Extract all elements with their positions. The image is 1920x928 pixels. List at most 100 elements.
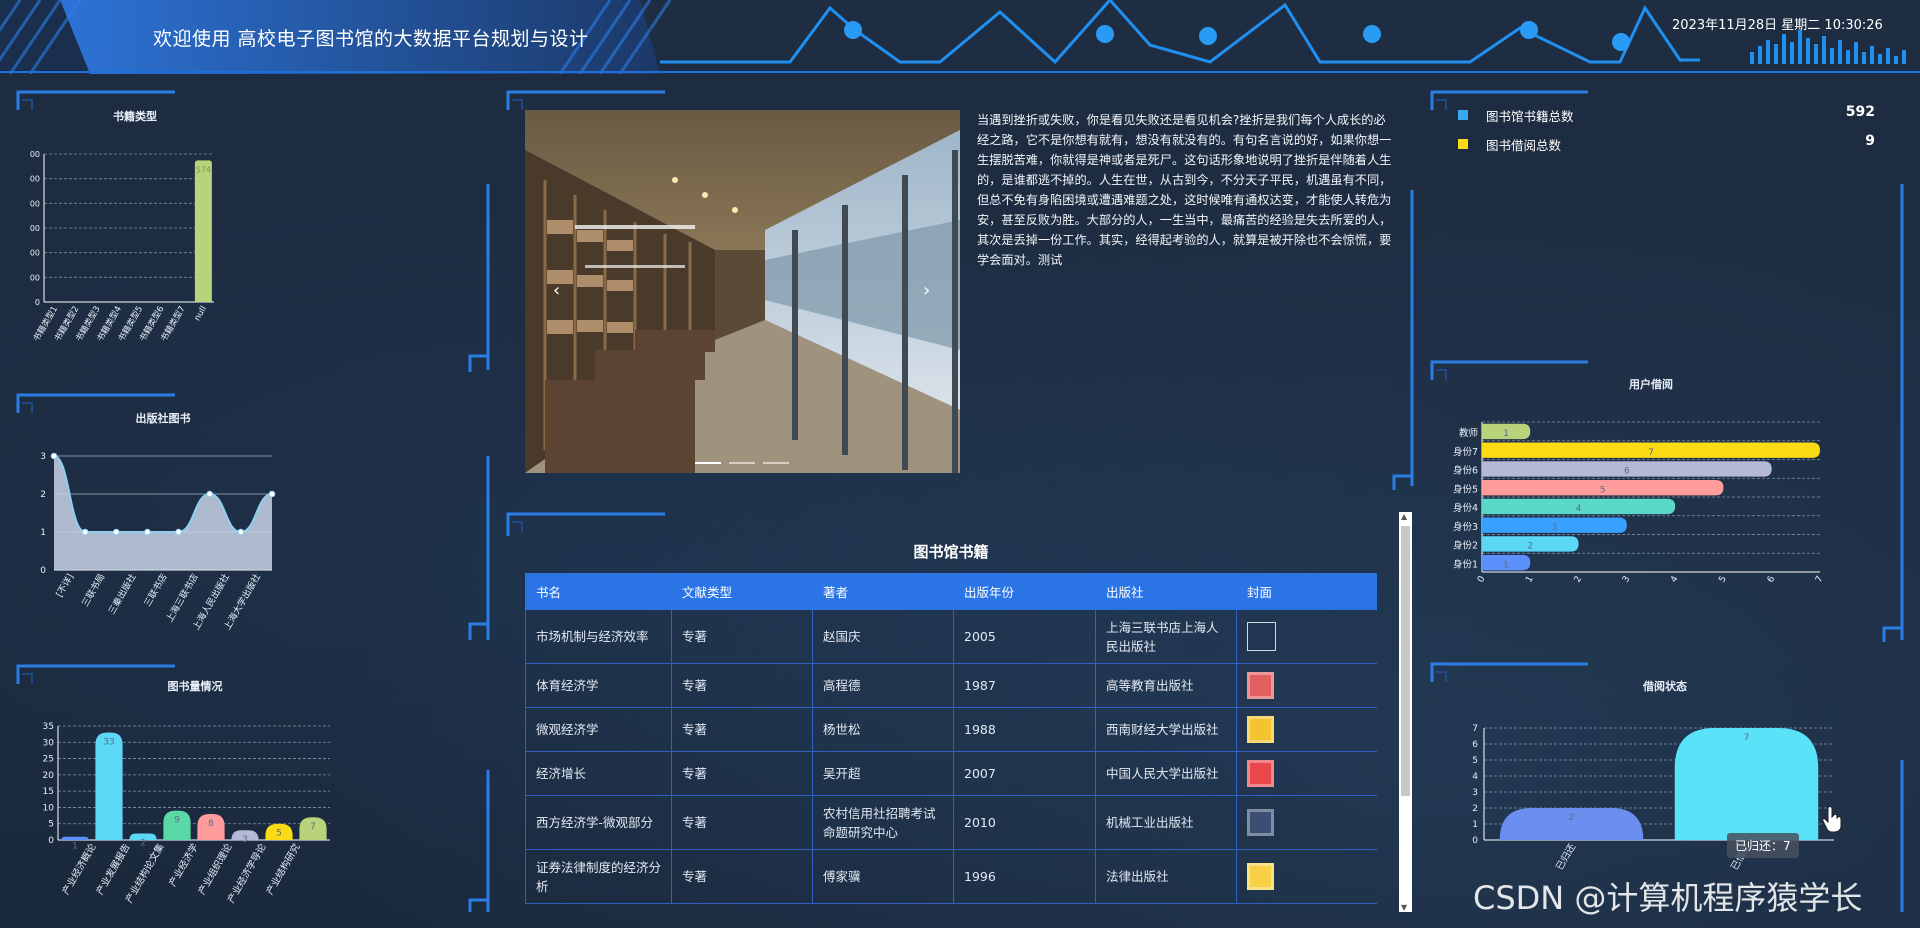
carousel-next-icon: ›	[923, 280, 930, 301]
x-tick-label: 上海三联书店	[163, 572, 200, 625]
col-header-year[interactable]: 出版年份	[953, 573, 1096, 610]
carousel-indicator-1[interactable]	[695, 462, 721, 464]
book-cover-image[interactable]	[1247, 760, 1274, 787]
intro-text: 当遇到挫折或失败，你是看见失败还是看见机会?挫折是我们每个人成长的必经之路，它不…	[977, 113, 1392, 267]
table-container[interactable]: 书名 文献类型 著者 出版年份 出版社 封面 市场机制与经济效率 专著 赵国庆 200…	[525, 573, 1377, 913]
table-cell-publisher: 中国人民大学出版社	[1095, 751, 1237, 796]
col-header-type[interactable]: 文献类型	[671, 573, 813, 610]
carousel-indicator-2[interactable]	[729, 462, 755, 464]
borrow-status-title: 借阅状态	[1643, 680, 1687, 693]
area-fill	[54, 456, 272, 570]
data-label: 6	[1624, 467, 1630, 477]
x-tick-label: 2	[1573, 575, 1585, 585]
user-borrow-title: 用户借阅	[1629, 378, 1673, 391]
data-point	[268, 490, 276, 498]
y-tick-label: 35	[43, 722, 54, 732]
x-tick-label: 0	[1476, 574, 1488, 584]
data-label: 7	[1648, 448, 1654, 458]
y-tick-label: 6	[1472, 740, 1478, 750]
book-cover-image[interactable]	[1247, 863, 1274, 890]
x-tick-label: 三联书局	[80, 572, 108, 609]
x-tick-label: 产业发展报告	[94, 842, 133, 897]
y-tick-label: 3	[1472, 788, 1478, 798]
table-cell-author: 吴开超	[812, 751, 954, 796]
y-tick-label: 身份1	[1453, 558, 1478, 570]
y-tick-label: 25	[43, 755, 54, 765]
book-type-title: 书籍类型	[113, 110, 157, 123]
y-tick-label: 00	[30, 199, 40, 208]
stat-total-borrow-value: 9	[1865, 133, 1875, 149]
table-cell-year: 2005	[953, 609, 1096, 664]
table-scrollbar[interactable]: ▲ ▼	[1399, 512, 1412, 912]
bar	[61, 836, 89, 840]
x-tick-label: 5	[1717, 575, 1729, 585]
x-tick-label: null	[193, 305, 209, 323]
col-header-cover[interactable]: 封面	[1236, 573, 1377, 610]
scroll-down-icon[interactable]: ▼	[1401, 903, 1407, 912]
col-header-publisher[interactable]: 出版社	[1095, 573, 1237, 610]
col-header-name[interactable]: 书名	[525, 573, 672, 610]
table-row[interactable]: 体育经济学 专著 高程德 1987 高等教育出版社	[525, 663, 1377, 708]
data-label: 1	[72, 842, 78, 852]
table-cell-publisher: 法律出版社	[1095, 849, 1237, 904]
data-label: 5	[276, 829, 282, 839]
y-tick-label: 5	[1472, 756, 1478, 766]
y-tick-label: 身份6	[1453, 465, 1478, 477]
x-tick-label: 产业结构研究	[264, 841, 303, 897]
table-row[interactable]: 证券法律制度的经济分析 专著 傅家骥 1996 法律出版社	[525, 849, 1377, 904]
data-label: 574	[196, 165, 211, 174]
carousel-indicator-3[interactable]	[763, 462, 789, 464]
x-tick-label: 4	[1669, 574, 1681, 584]
x-tick-label: 已归还	[1553, 841, 1578, 872]
data-label: 1	[1503, 429, 1509, 439]
table-cell-year: 2007	[953, 751, 1096, 796]
y-tick-label: 身份7	[1453, 446, 1478, 458]
col-header-author[interactable]: 著者	[812, 573, 954, 610]
x-tick-label: 产业经济概论	[60, 841, 99, 897]
x-tick-label: [不详]	[53, 572, 76, 600]
y-tick-label: 0	[35, 298, 40, 307]
x-tick-label: 三联书店	[141, 572, 169, 609]
image-carousel[interactable]: ‹ ›	[525, 110, 960, 473]
table-row[interactable]: 微观经济学 专著 杨世松 1988 西南财经大学出版社	[525, 707, 1377, 752]
y-tick-label: 0	[48, 836, 54, 846]
book-cover-image[interactable]	[1247, 716, 1274, 743]
x-tick-label: 产业经济学	[166, 842, 200, 889]
y-tick-label: 15	[43, 787, 54, 797]
y-tick-label: 2	[40, 490, 46, 500]
x-tick-label: 产业组织理论	[196, 841, 235, 897]
data-point	[112, 528, 120, 536]
y-tick-label: 0	[40, 566, 46, 576]
y-tick-label: 00	[30, 273, 40, 282]
stat-total-borrow-label: 图书借阅总数	[1486, 138, 1562, 153]
book-cover-image[interactable]	[1247, 672, 1274, 699]
table-row[interactable]: 经济增长 专著 吴开超 2007 中国人民大学出版社	[525, 751, 1377, 796]
scroll-up-icon[interactable]: ▲	[1401, 512, 1407, 521]
data-label: 3	[242, 835, 248, 845]
y-tick-label: 身份2	[1453, 540, 1478, 552]
csdn-watermark: CSDN @计算机程序猿学长	[1473, 879, 1863, 917]
data-point	[237, 528, 245, 536]
table-cell-year: 1996	[953, 849, 1096, 904]
data-label: 7	[310, 822, 316, 832]
table-cell-publisher: 西南财经大学出版社	[1095, 707, 1237, 752]
y-tick-label: 身份3	[1453, 521, 1478, 533]
x-tick-label: 1	[1524, 575, 1536, 585]
x-tick-label: 7	[1814, 575, 1826, 585]
table-cell-author: 傅家骥	[812, 849, 954, 904]
y-tick-label: 身份5	[1453, 483, 1478, 495]
y-tick-label: 1	[1472, 820, 1478, 830]
book-type-chart: 0000000000000书籍类型1书籍类型2书籍类型3书籍类型4书籍类型5书籍…	[30, 150, 214, 344]
data-point	[144, 528, 151, 536]
page-title: 欢迎使用 高校电子图书馆的大数据平台规划与设计	[153, 28, 589, 50]
book-cover-image[interactable]	[1247, 809, 1274, 836]
broken-image-icon[interactable]	[1247, 622, 1276, 651]
scroll-thumb[interactable]	[1401, 526, 1410, 796]
table-row[interactable]: 西方经济学-微观部分 专著 农村信用社招聘考试命题研究中心 2010 机械工业出版社	[525, 795, 1377, 850]
table-cell-type: 专著	[671, 849, 813, 904]
bar	[95, 732, 123, 840]
data-label: 5	[1600, 485, 1606, 495]
table-cell-publisher: 机械工业出版社	[1095, 795, 1237, 850]
table-row[interactable]: 市场机制与经济效率 专著 赵国庆 2005 上海三联书店上海人民出版社	[525, 609, 1377, 664]
table-cell-name: 西方经济学-微观部分	[525, 795, 672, 850]
